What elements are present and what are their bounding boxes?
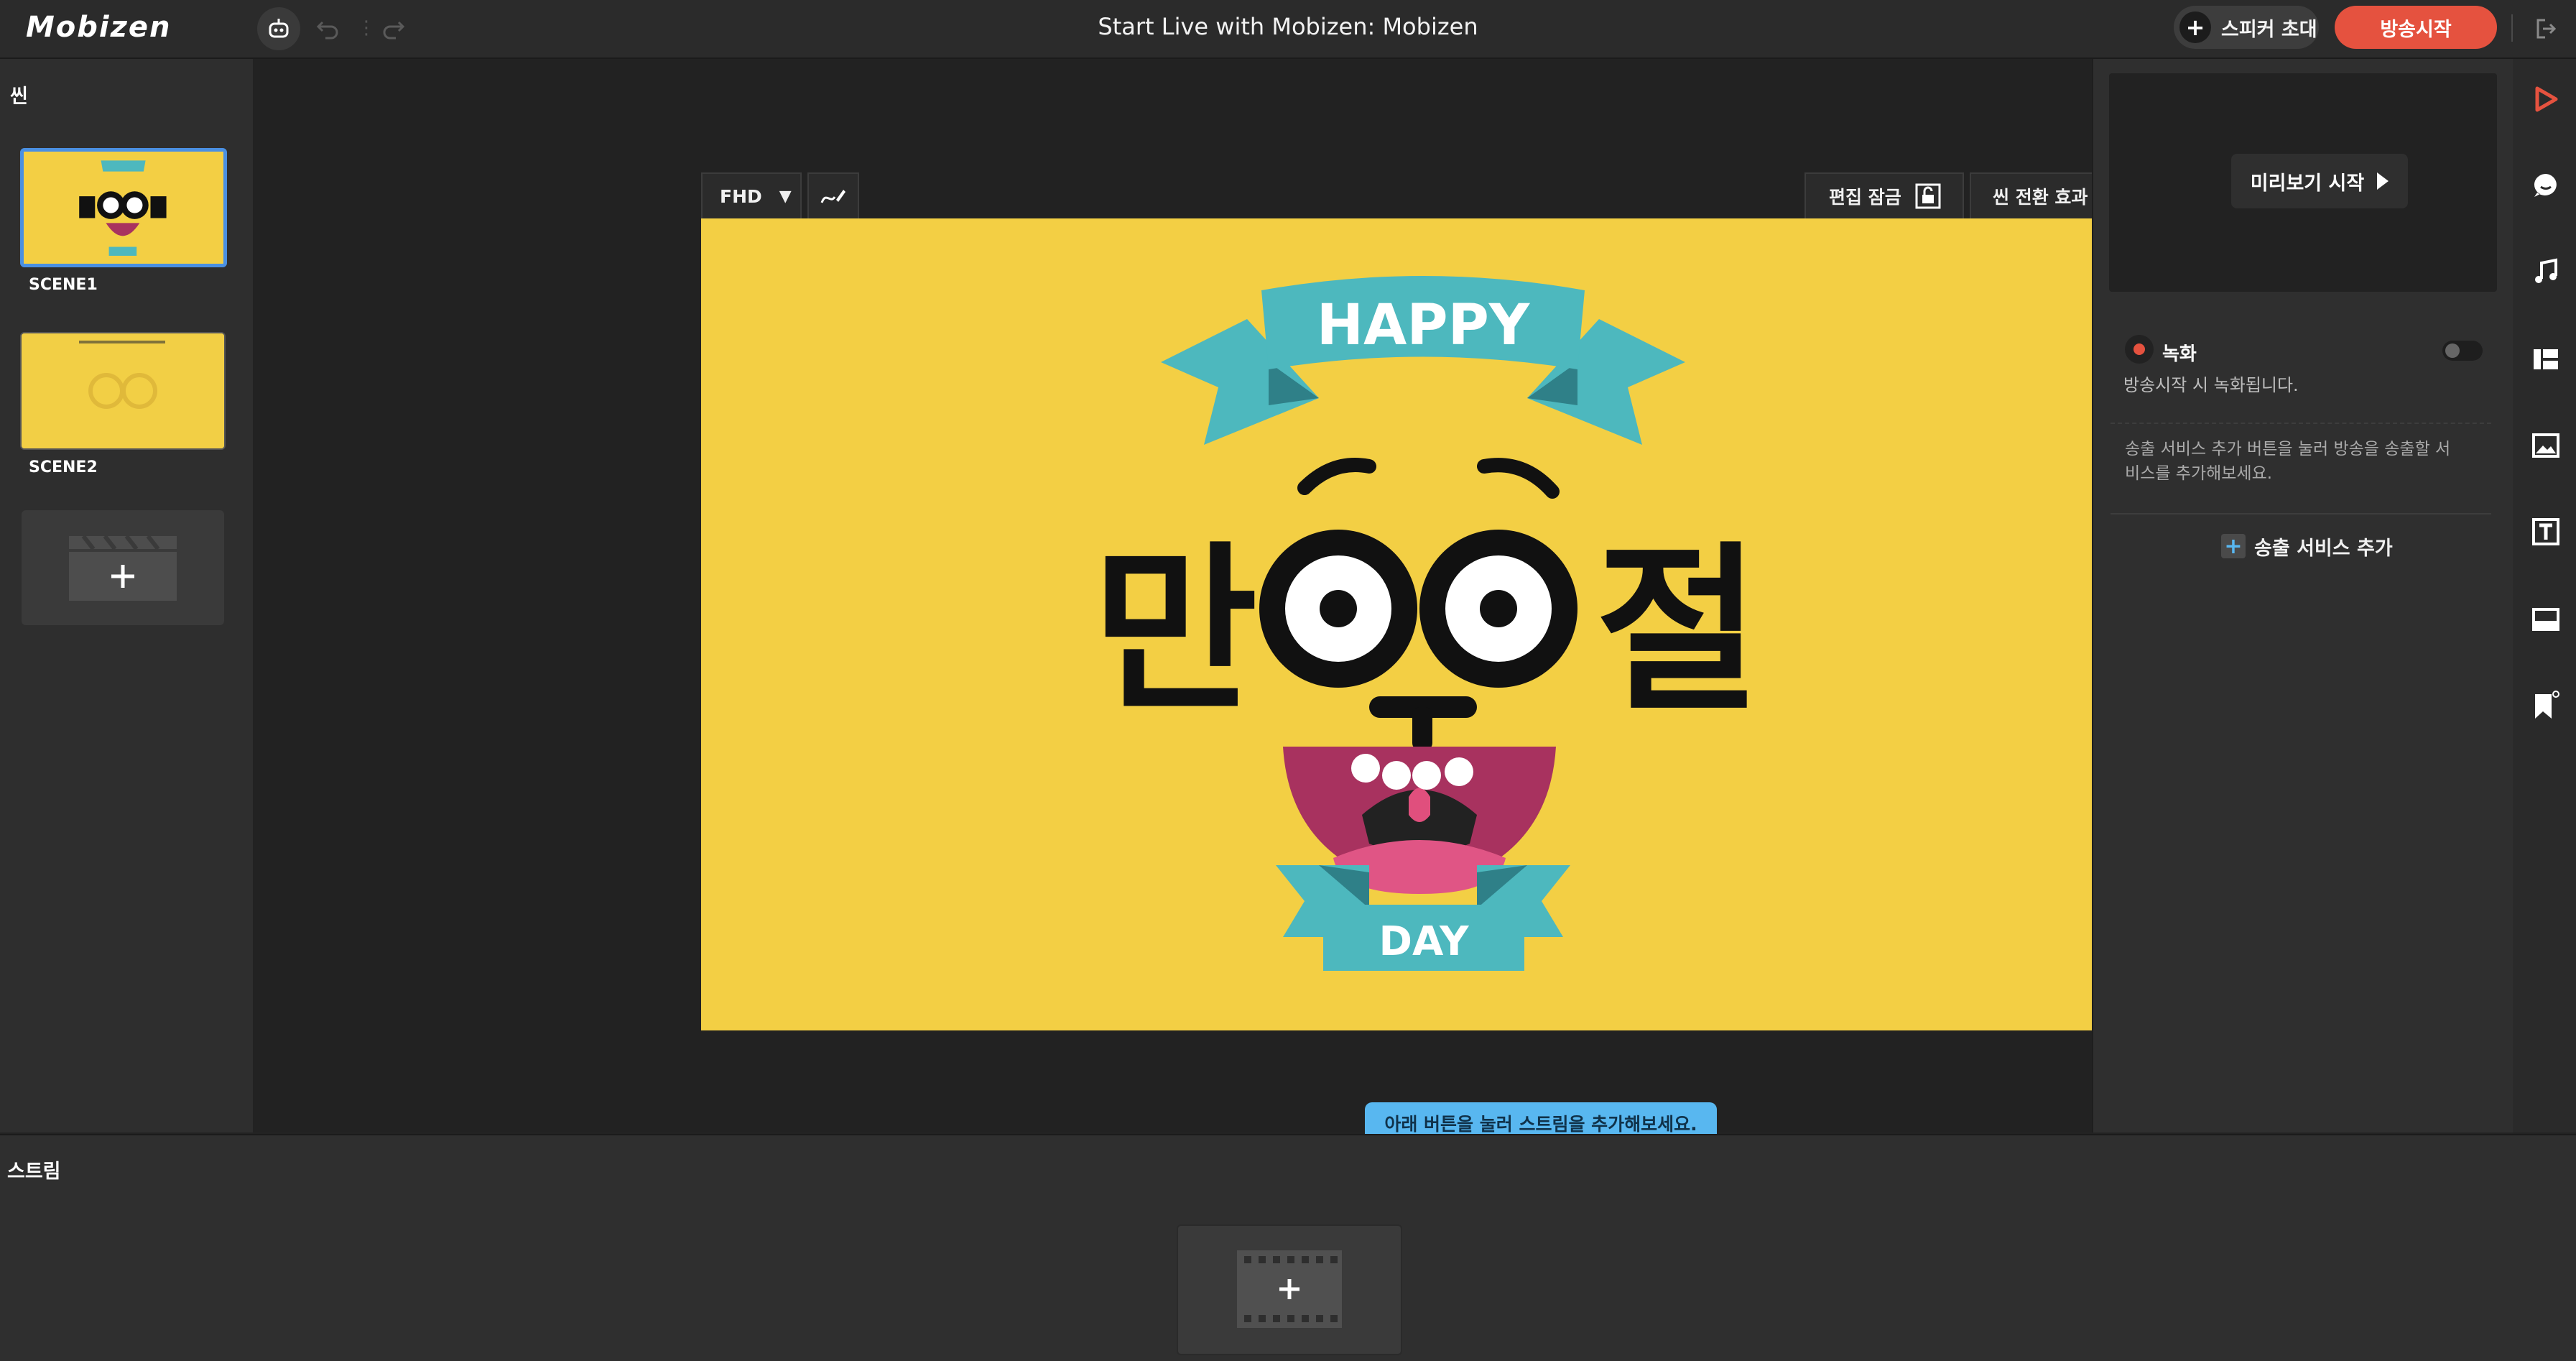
add-service-button[interactable]: + 송출 서비스 추가	[2221, 532, 2393, 560]
image-icon[interactable]	[2529, 428, 2563, 463]
stream-panel-title: 스트림	[7, 1161, 61, 1183]
caret-down-icon: ▼	[779, 187, 792, 206]
left-hangul-text: 만	[1093, 526, 1258, 735]
add-scene-button[interactable]	[22, 510, 224, 625]
music-icon[interactable]	[2529, 254, 2563, 289]
scene-label-2: SCENE2	[29, 458, 98, 476]
play-icon[interactable]	[2529, 82, 2563, 116]
stream-panel: 스트림	[0, 1134, 2576, 1361]
undo-icon[interactable]	[307, 9, 348, 49]
stage-artwork: HAPPY 만 절 DAY	[1093, 276, 1761, 971]
invite-speaker-button[interactable]: + 스피커 초대	[2174, 6, 2319, 49]
divider	[2111, 423, 2491, 424]
play-icon	[2377, 172, 2389, 190]
scene-thumbnail-art	[24, 152, 223, 264]
plus-icon: +	[2179, 11, 2211, 43]
robot-icon[interactable]	[257, 7, 300, 50]
canvas-workspace: FHD ▼ 편집 잠금 씬 전환 효과 HAPPY 만 절 DAY 아래 버튼을…	[253, 59, 2149, 1161]
edit-lock-label: 편집 잠금	[1829, 187, 1901, 208]
resolution-select[interactable]: FHD ▼	[701, 172, 802, 218]
right-hangul-text: 절	[1595, 526, 1761, 735]
recording-label: 녹화	[2162, 343, 2197, 365]
recording-description: 방송시작 시 녹화됩니다.	[2123, 375, 2299, 395]
service-description: 송출 서비스 추가 버튼을 눌러 방송을 송출할 서비스를 추가해보세요.	[2125, 440, 2451, 483]
plus-icon: +	[2221, 534, 2246, 559]
app-logo: Mobizen	[26, 11, 172, 44]
scene-panel: 씬 SCENE1 SCENE2	[0, 59, 253, 1132]
edit-lock-button[interactable]: 편집 잠금	[1804, 172, 1964, 218]
record-icon	[2125, 335, 2154, 364]
unlock-icon	[1915, 183, 1941, 209]
chat-icon[interactable]	[2529, 168, 2563, 203]
preview-start-label: 미리보기 시작	[2250, 172, 2365, 195]
redo-icon[interactable]	[374, 9, 414, 49]
scene-panel-title: 씬	[10, 86, 28, 108]
preview-area: 미리보기 시작	[2109, 73, 2497, 292]
scene-label-1: SCENE1	[29, 276, 98, 294]
broadcast-settings-panel: 미리보기 시작 녹화 방송시작 시 녹화됩니다. 송출 서비스 추가 버튼을 눌…	[2092, 59, 2513, 1132]
caption-icon[interactable]	[2529, 602, 2563, 637]
stage-canvas[interactable]: HAPPY 만 절 DAY	[701, 218, 2149, 1030]
broadcast-start-button[interactable]: 방송시작	[2335, 6, 2497, 49]
top-banner-text: HAPPY	[1317, 293, 1531, 358]
text-icon[interactable]	[2529, 515, 2563, 549]
add-stream-button[interactable]	[1177, 1224, 1402, 1355]
scene-transition-label: 씬 전환 효과	[1993, 187, 2088, 208]
pen-icon	[820, 190, 845, 203]
resolution-value: FHD	[720, 185, 762, 207]
recording-toggle[interactable]	[2442, 341, 2483, 361]
top-bar: Mobizen ⋮ Start Live with Mobizen: Mobiz…	[0, 0, 2576, 59]
divider	[2111, 513, 2491, 515]
tool-icon-strip	[2513, 59, 2576, 1132]
invite-speaker-label: 스피커 초대	[2221, 18, 2317, 41]
add-scene-icon	[69, 535, 177, 601]
scene-thumbnail-1[interactable]	[20, 148, 227, 267]
layout-icon[interactable]	[2529, 342, 2563, 377]
add-stream-icon	[1237, 1250, 1342, 1328]
add-service-label: 송출 서비스 추가	[2254, 537, 2393, 560]
toolbar-divider	[2511, 14, 2513, 42]
exit-icon[interactable]	[2526, 9, 2566, 49]
bottom-banner-text: DAY	[1379, 918, 1469, 965]
preview-start-button[interactable]: 미리보기 시작	[2231, 154, 2408, 208]
scene-thumbnail-art	[22, 333, 224, 448]
bookmark-icon[interactable]	[2529, 688, 2563, 723]
draw-button[interactable]	[807, 172, 859, 218]
scene-thumbnail-2[interactable]	[20, 332, 226, 450]
